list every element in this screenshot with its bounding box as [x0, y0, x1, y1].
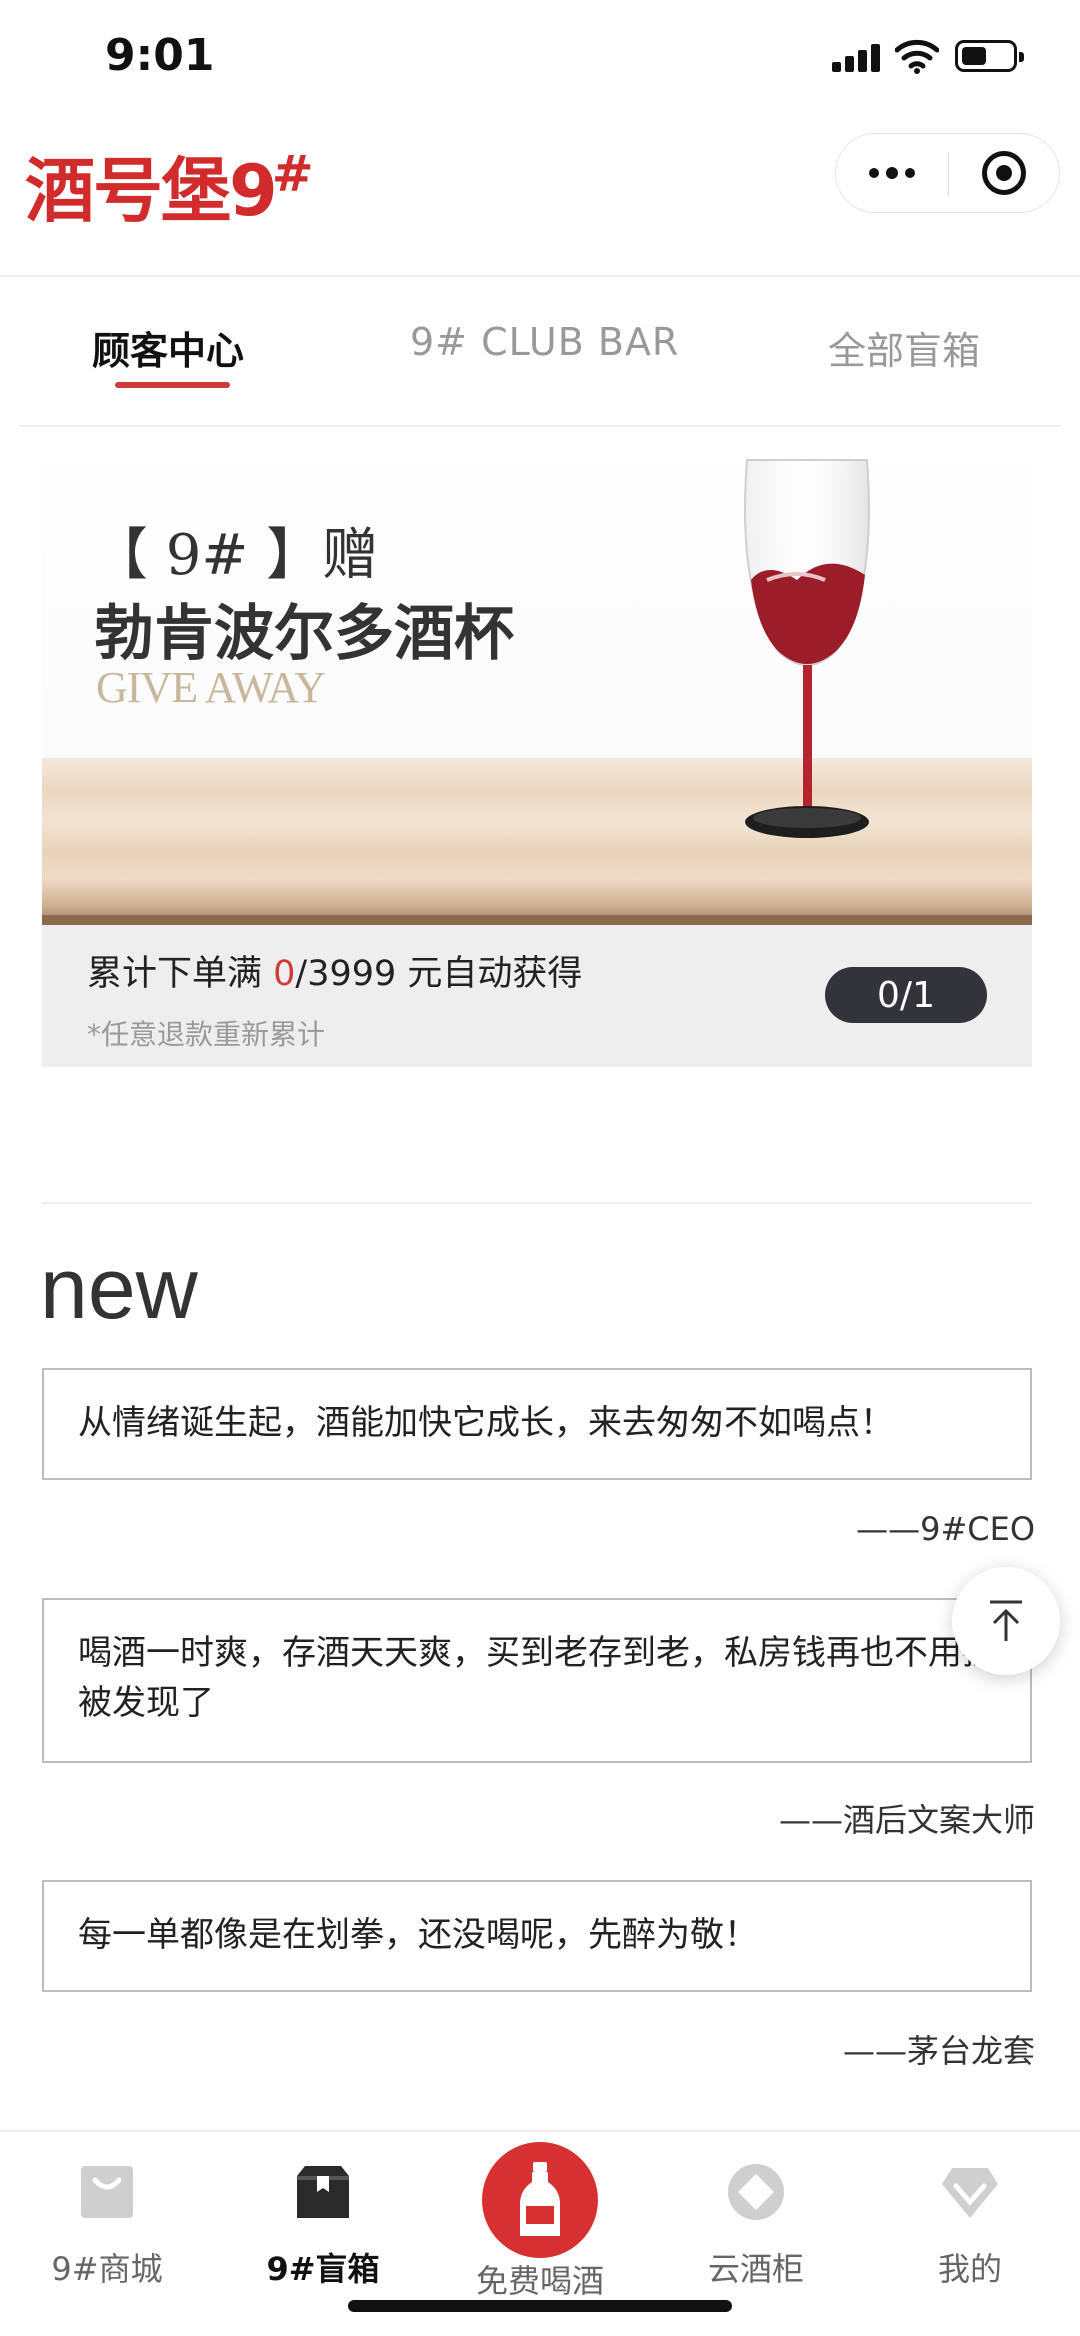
wifi-icon [895, 39, 939, 74]
promo-title-line1: 【 9# 】赠 [92, 523, 379, 588]
arrow-up-icon [990, 1600, 1022, 1641]
logo-hash: # [271, 144, 314, 203]
promo-banner[interactable]: 【 9# 】赠 勃肯波尔多酒杯 GIVE AWAY [42, 440, 1032, 925]
header-divider [0, 275, 1080, 277]
quote-card: 从情绪诞生起，酒能加快它成长，来去匆匆不如喝点！ [42, 1368, 1032, 1480]
shop-bag-icon [81, 2166, 133, 2218]
logo-text: 酒号堡9 [25, 150, 278, 232]
app-header: 酒号堡9# [0, 115, 1080, 275]
diamond-icon [942, 2168, 998, 2218]
section-divider [42, 1202, 1032, 1204]
miniprogram-capsule [835, 133, 1060, 213]
quote-text: 每一单都像是在划拳，还没喝呢，先醉为敬！ [78, 1915, 758, 1955]
quote-text: 喝酒一时爽，存酒天天爽，买到老存到老，私房钱再也不用担心被发现了 [78, 1633, 1030, 1723]
tabbar-label: 9#商城 [51, 2250, 163, 2288]
tabbar-label: 云酒柜 [707, 2250, 804, 2288]
wine-glass-image [744, 459, 870, 838]
top-tabs: 顾客中心 9# CLUB BAR 全部盲箱 [0, 290, 1080, 420]
tab-club-bar[interactable]: 9# CLUB BAR [410, 320, 679, 364]
quote-author: ——酒后文案大师 [778, 1801, 1035, 1839]
cloud-cabinet-icon [728, 2164, 784, 2220]
tabbar-label: 我的 [937, 2250, 1002, 2288]
promo-progress-panel: 累计下单满 0/3999 元自动获得 *任意退款重新累计 0/1 [42, 925, 1032, 1067]
cellular-signal-icon [832, 44, 880, 72]
active-tab-indicator [115, 382, 230, 388]
tabbar-item-cloud-cabinet[interactable]: 云酒柜 [676, 2160, 836, 2290]
battery-icon [955, 40, 1024, 72]
quote-author: ——茅台龙套 [842, 2032, 1035, 2070]
tabbar-item-blind-box[interactable]: 9#盲箱 [243, 2160, 403, 2290]
quote-author: ——9#CEO [856, 1510, 1035, 1548]
home-indicator [348, 2300, 732, 2312]
bottle-icon [520, 2162, 560, 2236]
tabs-divider [18, 425, 1062, 427]
order-progress-text: 累计下单满 0/3999 元自动获得 [87, 954, 583, 994]
blind-box-icon [297, 2166, 349, 2218]
tab-all-blind-boxes[interactable]: 全部盲箱 [828, 320, 980, 375]
refund-note: *任意退款重新累计 [87, 1018, 326, 1051]
back-to-top-button[interactable] [952, 1567, 1060, 1675]
tab-customer-center[interactable]: 顾客中心 [92, 320, 244, 375]
more-options-button[interactable] [836, 134, 948, 212]
promo-giveaway-text: GIVE AWAY [96, 663, 326, 712]
quote-text: 从情绪诞生起，酒能加快它成长，来去匆匆不如喝点！ [78, 1403, 894, 1443]
free-drink-center-button[interactable] [482, 2142, 598, 2258]
quote-card: 喝酒一时爽，存酒天天爽，买到老存到老，私房钱再也不用担心被发现了 [42, 1598, 1032, 1763]
new-section-title: new [40, 1241, 198, 1337]
status-time: 9:01 [105, 30, 215, 81]
close-miniprogram-button[interactable] [949, 134, 1059, 212]
tabbar-item-shop[interactable]: 9#商城 [27, 2160, 187, 2290]
brand-logo: 酒号堡9# [25, 135, 314, 236]
tabbar-label: 9#盲箱 [266, 2250, 380, 2288]
status-bar: 9:01 [0, 0, 1080, 110]
tabbar-label: 免费喝酒 [475, 2262, 604, 2300]
target-circle-icon [982, 151, 1026, 195]
more-dots-icon [869, 168, 879, 178]
promo-title-line2: 勃肯波尔多酒杯 [94, 599, 514, 669]
quote-card: 每一单都像是在划拳，还没喝呢，先醉为敬！ [42, 1880, 1032, 1992]
tabbar-item-mine[interactable]: 我的 [890, 2160, 1050, 2290]
reward-count-badge: 0/1 [825, 967, 987, 1023]
order-progress-current: 0 [273, 954, 296, 994]
